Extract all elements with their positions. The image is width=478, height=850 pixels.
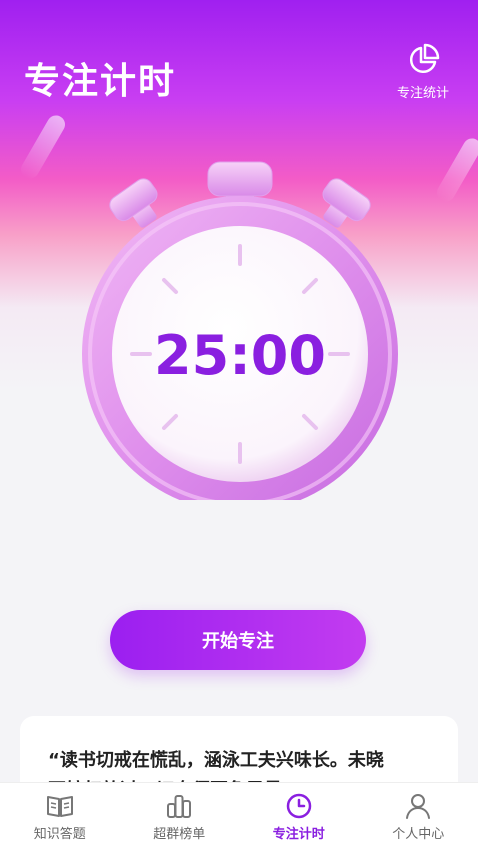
focus-stats-label: 专注统计 [396,86,449,101]
tab-label: 知识答题 [33,827,86,842]
start-focus-button[interactable]: 开始专注 [110,610,366,670]
tab-label: 超群榜单 [153,827,206,842]
tab-profile[interactable]: 个人中心 [359,783,478,850]
tab-knowledge-quiz[interactable]: 知识答题 [0,783,119,850]
ranking-icon [167,795,192,818]
pie-chart-icon [409,43,440,74]
tab-label: 专注计时 [272,827,325,842]
stopwatch: 25:00 [80,160,400,512]
page-title: 专注计时 [24,61,177,102]
bottom-tab-bar: 知识答题 超群榜单 专注计时 个人中心 [0,782,478,850]
tab-leaderboard[interactable]: 超群榜单 [120,783,239,850]
clock-icon [286,793,311,819]
timer-display: 25:00 [154,324,326,387]
tab-label: 个人中心 [392,827,445,842]
book-icon [46,796,73,817]
tab-focus-timer[interactable]: 专注计时 [239,783,358,850]
focus-stats-button[interactable]: 专注统计 [388,42,458,101]
quote-line-1: “读书切戒在慌乱，涵泳工夫兴味长。未晓 [48,750,384,771]
user-icon [406,794,431,819]
stopwatch-graphic: 25:00 [82,161,398,512]
